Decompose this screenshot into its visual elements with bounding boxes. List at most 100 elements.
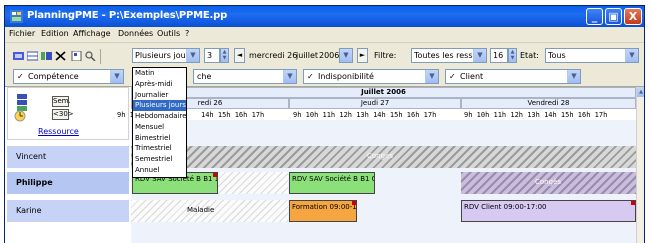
day-header-thursday[interactable]: Jeudi 27	[289, 98, 461, 109]
karine-formation-event[interactable]: Formation 09:00-1	[289, 200, 357, 222]
day-header-friday[interactable]: Vendredi 28	[461, 98, 636, 109]
resource-row-karine[interactable]: Karine	[7, 200, 129, 222]
minimize-button[interactable]: _	[586, 8, 603, 25]
date-day-label: mercredi 26	[249, 51, 298, 60]
philippe-free-slot	[218, 172, 288, 194]
vertical-scrollbar[interactable]: ▲	[636, 87, 644, 243]
filter-label: Filtre:	[374, 51, 397, 60]
view-select[interactable]: Plusieurs jours ▼	[132, 48, 200, 63]
hours-day2: 9h 10h 11h 12h 13h 14h 15h 16h 17h	[293, 111, 437, 119]
menu-help[interactable]: ?	[185, 29, 189, 38]
competence-filter[interactable]: ✓ Compétence ▼	[13, 69, 124, 84]
prev-date-button[interactable]: ◄	[234, 48, 245, 63]
month-nav-button[interactable]: <30>	[52, 109, 74, 120]
event-label: Formation 09:00-1	[292, 203, 357, 211]
next-date-button[interactable]: ►	[357, 48, 368, 63]
checkmark-icon: ✓	[17, 72, 24, 81]
dropdown-option[interactable]: Plusieurs jours	[133, 100, 186, 111]
ressource-link[interactable]: Ressource	[38, 127, 79, 136]
chevron-down-icon: ▼	[625, 49, 638, 62]
hours-day3: 9h 10h 11h 12h 13h 14h 15h 16h 17h	[464, 111, 608, 119]
close-button[interactable]: X	[624, 8, 642, 25]
karine-rdv-client-event[interactable]: RDV Client 09:00-17:00	[461, 200, 636, 222]
menu-fichier[interactable]: Fichier	[9, 29, 35, 38]
task-filter[interactable]: che ▼	[193, 69, 297, 84]
chevron-down-icon: ▼	[567, 70, 580, 83]
scroll-up-arrow-icon[interactable]: ▲	[637, 87, 644, 97]
chevron-down-icon: ▼	[283, 70, 296, 83]
state-label: Etat:	[520, 51, 539, 60]
dropdown-option[interactable]: Bimestriel	[133, 133, 186, 144]
zoom-value: 16	[493, 51, 504, 60]
print-preview-icon[interactable]	[85, 51, 96, 61]
vincent-conges-event[interactable]: Congés	[131, 146, 636, 168]
window-title: PlanningPME - P:\Exemples\PPME.pp	[27, 10, 228, 21]
philippe-conges-event[interactable]: Congés	[461, 172, 636, 194]
date-picker-button[interactable]: ▼	[339, 48, 353, 63]
toolbar-separator	[100, 49, 101, 64]
month-header: Juillet 2006	[131, 87, 636, 98]
resource-name: Philippe	[16, 178, 53, 187]
dropdown-option[interactable]: Mensuel	[133, 122, 186, 133]
delete-icon[interactable]	[55, 51, 66, 61]
philippe-rdv-event-2[interactable]: RDV SAV Société B B1 C	[289, 172, 375, 194]
view-dropdown-list[interactable]: Matin Après-midi Journalier Plusieurs jours…	[132, 67, 187, 178]
event-label: RDV Client 09:00-17:00	[464, 203, 547, 211]
main-toolbar: Plusieurs jours ▼ 3 ▲ ▼ ◄ mercredi 26 jui…	[5, 47, 644, 66]
karine-maladie-event[interactable]: Maladie	[131, 200, 288, 222]
alert-marker	[631, 201, 635, 205]
chevron-down-icon: ▼	[473, 49, 486, 62]
resource-row-philippe[interactable]: Philippe	[7, 172, 129, 194]
dropdown-option[interactable]: Hebdomadaire	[133, 111, 187, 122]
resource-name: Karine	[16, 206, 42, 215]
dropdown-option[interactable]: Matin	[133, 68, 186, 79]
dropdown-option[interactable]: Annuel	[133, 165, 186, 176]
menu-donnees[interactable]: Données	[118, 29, 153, 38]
table-view-icon[interactable]	[27, 51, 38, 61]
state-select[interactable]: Tous ▼	[545, 48, 639, 63]
days-count-field[interactable]: 3	[204, 48, 220, 63]
dropdown-option[interactable]: Semestriel	[133, 154, 186, 165]
properties-icon[interactable]	[71, 51, 82, 61]
menu-outils[interactable]: Outils	[157, 29, 180, 38]
competence-label: Compétence	[28, 72, 79, 81]
maximize-button[interactable]: ▣	[605, 8, 622, 25]
filters-toolbar: ✓ Compétence ▼ che ▼ ✓ Indisponibilité ▼…	[5, 67, 644, 87]
event-label: RDV SAV Société B B1 C	[292, 175, 375, 183]
alert-marker	[213, 173, 217, 177]
zoom-spinner[interactable]: ▲ ▼	[508, 48, 517, 63]
checkmark-icon: ✓	[307, 72, 314, 81]
task-label: che	[197, 72, 212, 81]
dropdown-option[interactable]: Journalier	[133, 90, 186, 101]
planning-grid: Sem. <30> Ressource Juillet 2006 redi 26…	[5, 87, 644, 243]
unavailability-filter[interactable]: ✓ Indisponibilité ▼	[303, 69, 439, 84]
dropdown-option[interactable]: Trimestriel	[133, 143, 186, 154]
zoom-field[interactable]: 16	[490, 48, 508, 63]
menu-bar: Fichier Edition Affichage Données Outils…	[5, 27, 644, 43]
checkmark-icon: ✓	[449, 72, 456, 81]
resources-filter-select[interactable]: Toutes les ressources ▼	[411, 48, 487, 63]
menu-affichage[interactable]: Affichage	[73, 29, 111, 38]
calendar-view-icon[interactable]	[13, 51, 24, 61]
chevron-down-icon: ▼	[186, 49, 199, 62]
days-count-spinner[interactable]: ▲ ▼	[220, 48, 229, 63]
chevron-down-icon: ▼	[425, 70, 438, 83]
event-label: Congés	[535, 178, 562, 186]
week-button[interactable]: Sem.	[52, 96, 71, 107]
resources-icon[interactable]	[41, 51, 52, 61]
days-count-value: 3	[207, 51, 213, 60]
client-label: Client	[460, 72, 484, 81]
event-label: Congés	[367, 152, 394, 160]
menu-edition[interactable]: Edition	[41, 29, 69, 38]
date-month-label: juillet	[296, 51, 319, 60]
dropdown-option[interactable]: Après-midi	[133, 79, 186, 90]
client-filter[interactable]: ✓ Client ▼	[445, 69, 581, 84]
date-year-label: 2006	[319, 51, 340, 60]
state-value: Tous	[548, 51, 566, 60]
resource-name: Vincent	[16, 152, 47, 161]
planning-logo-icon	[14, 94, 27, 122]
resource-row-vincent[interactable]: Vincent	[7, 146, 129, 168]
chevron-down-icon: ▼	[110, 70, 123, 83]
title-bar[interactable]: PlanningPME - P:\Exemples\PPME.pp _ ▣ X	[5, 6, 644, 27]
app-icon	[10, 10, 23, 23]
